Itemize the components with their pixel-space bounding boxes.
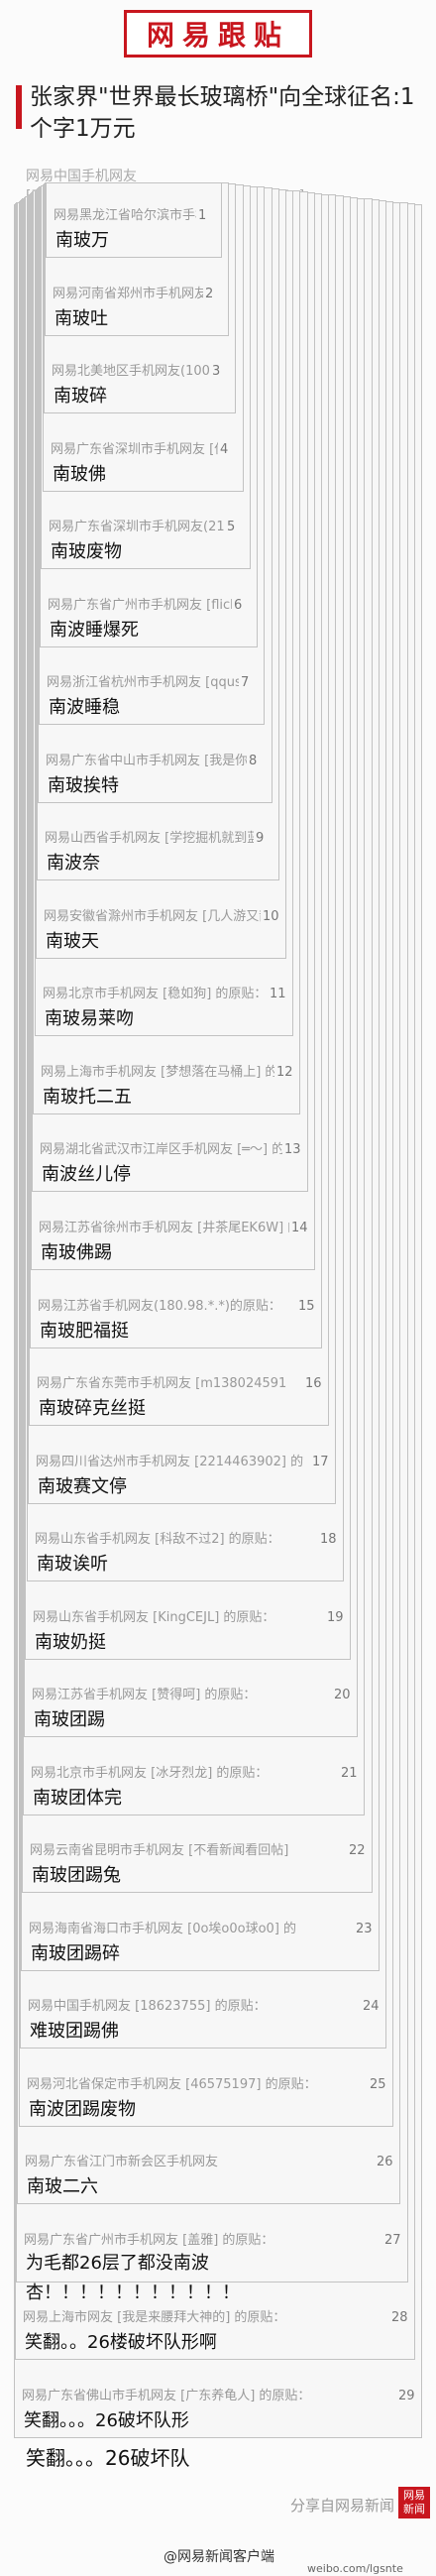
- comment-text: 南波丝儿停: [42, 1164, 131, 1185]
- comment-text: 南玻二六: [27, 2176, 98, 2197]
- comment-floor-number: 15: [298, 1299, 315, 1314]
- comment-meta: 网易山东省手机网友 [科敌不过2] 的原贴：: [35, 1532, 280, 1547]
- comment-meta: 网易河北省保定市手机网友 [46575197] 的原贴：: [27, 2077, 317, 2092]
- comment-text: 南玻团踢兔: [32, 1865, 121, 1886]
- comment-floor-number: 4: [220, 442, 229, 457]
- comment-text: 难玻团踢佛: [30, 2021, 119, 2042]
- comment-floor-number: 7: [241, 675, 250, 690]
- comment-text: 南玻万: [55, 230, 109, 251]
- netease-news-logo: 网易新闻: [398, 2487, 430, 2518]
- comment-floor-number: 5: [227, 520, 236, 534]
- comment-text: 南玻天: [46, 931, 99, 952]
- comment-meta: 网易中国手机网友 [18623755] 的原贴：: [28, 1999, 267, 2014]
- comment-text: 南玻挨特: [48, 775, 119, 796]
- comment-text: 南玻赛文停: [38, 1476, 127, 1497]
- comment-floor-number: 17: [312, 1455, 329, 1469]
- comment-floor-number: 28: [391, 2310, 408, 2325]
- comment-floor-number: 3: [212, 364, 221, 379]
- comment-meta: 网易广东省中山市手机网友 [我是你隔壁王叔: [46, 754, 247, 768]
- comment-text: 南波团踢废物: [29, 2099, 136, 2120]
- comment-floor-number: 26: [377, 2155, 393, 2169]
- comment-text: 南玻奶挺: [35, 1632, 106, 1653]
- comment-text: 南玻团踢碎: [31, 1943, 120, 1964]
- comment-floor-number: 27: [384, 2233, 401, 2248]
- comment-meta: 网易山西省手机网友 [学挖掘机就到蓝翔技校]: [45, 831, 254, 846]
- comment-meta: 网易广东省佛山市手机网友 [广东养龟人] 的原贴：: [22, 2389, 311, 2403]
- comment-text: 南玻吐: [54, 308, 108, 329]
- comment-meta: 网易山东省手机网友 [KingCEJL] 的原贴：: [33, 1610, 275, 1625]
- comment-meta: 网易安徽省滁州市手机网友 [几人游又散] 的: [44, 909, 261, 924]
- final-comment-text: 笑翻。。。26破坏队: [26, 2446, 190, 2470]
- comment-floor-number: 24: [363, 1999, 380, 2014]
- comment-floor-number: 11: [270, 987, 286, 1001]
- comment-text: 南玻托二五: [43, 1087, 132, 1108]
- comment-floor-number: 29: [398, 2389, 415, 2403]
- comment-meta: 网易北美地区手机网友(100.122.*.*)的原贴: [52, 364, 210, 379]
- comment-text: 南玻团踢: [34, 1709, 105, 1730]
- page: { "logo": "网易跟贴", "article_title": "张家界\…: [0, 0, 436, 2576]
- article-title: 张家界"世界最长玻璃桥"向全球征名:1个字1万元: [30, 84, 415, 142]
- weibo-watermark: @网易新闻客户端: [164, 2549, 274, 2565]
- comment-meta: 网易广东省深圳市手机网友(211.139.*.*)的原: [49, 520, 225, 534]
- comment-meta: 网易江苏省手机网友(180.98.*.*)的原贴：: [38, 1299, 281, 1314]
- comment-floor-number: 14: [291, 1221, 308, 1235]
- comment-text: 南波睡稳: [49, 697, 120, 718]
- comment-floor-number: 1: [198, 208, 207, 223]
- comment-text: 南玻碎克丝挺: [39, 1398, 146, 1419]
- comment-floor-number: 6: [234, 598, 243, 613]
- comment-meta: 网易黑龙江省哈尔滨市手机网友 [华安客]: [54, 208, 196, 223]
- comment-text: 南玻碎: [54, 386, 107, 407]
- comment-floor-number: 22: [349, 1843, 366, 1858]
- comment-meta: 网易湖北省武汉市江岸区手机网友 [═～] 的: [40, 1142, 282, 1157]
- comment-floor-number: 25: [370, 2077, 386, 2092]
- comment-meta: 网易海南省海口市手机网友 [0o埃o0o球o0] 的: [29, 1922, 297, 1936]
- comment-meta: 网易云南省昆明市手机网友 [不看新闻看回帖]: [30, 1843, 289, 1858]
- comment-floor-number: 9: [256, 831, 265, 846]
- comment-floor-number: 16: [305, 1376, 322, 1391]
- comment-text: 南玻废物: [51, 541, 122, 562]
- comment-meta: 网易江苏省手机网友 [赞得呵] 的原贴：: [32, 1688, 257, 1702]
- comment-meta: 网易浙江省杭州市手机网友 [qquser1045]: [47, 675, 239, 690]
- comment-text: 南玻佛踢: [41, 1242, 112, 1263]
- comment-meta: 网易广东省广州市手机网友 [flick] 的原贴：: [48, 598, 232, 613]
- comment-floor-number: 20: [334, 1688, 351, 1702]
- share-text: 分享自网易新闻: [290, 2497, 395, 2515]
- comment-meta: 网易上海市网友 [我是来腰拜大神的] 的原贴：: [23, 2310, 286, 2325]
- comment-floor-number: 13: [284, 1142, 301, 1157]
- comment-floor-number: 2: [205, 287, 214, 301]
- comment-text: 为毛都26层了都没南波杏！！！！！！！！！！！: [26, 2253, 240, 2303]
- comment-floor-number: 19: [327, 1610, 344, 1625]
- comment-meta: 网易河南省郑州市手机网友 [小小老鼠]: [53, 287, 203, 301]
- title-accent-bar: [16, 85, 22, 129]
- comment-floor-number: 18: [320, 1532, 337, 1547]
- comment-meta: 网易江苏省徐州市手机网友 [井茶尾EK6W] 的: [39, 1221, 289, 1235]
- comment-floor-number: 23: [356, 1922, 373, 1936]
- comment-meta: 网易广东省东莞市手机网友 [m138024591: [37, 1376, 287, 1391]
- comment-meta: 网易北京市手机网友 [冰牙烈龙] 的原贴：: [31, 1766, 269, 1781]
- comment-text: 南玻佛: [53, 464, 106, 485]
- comment-meta: 网易北京市手机网友 [稳如狗] 的原贴：: [43, 987, 268, 1001]
- comment-floor-number: 12: [276, 1065, 293, 1080]
- comment-text: 南玻肥福挺: [40, 1321, 129, 1342]
- comment-meta: 网易四川省达州市手机网友 [2214463902] 的: [36, 1455, 304, 1469]
- weibo-url-watermark: weibo.com/lgsnte: [307, 2562, 403, 2575]
- comment-text: 南波睡爆死: [50, 620, 139, 641]
- comment-text: 南玻易莱吻: [45, 1008, 134, 1029]
- comment-floor-number: 21: [341, 1766, 358, 1781]
- comment-meta: 网易广东省广州市手机网友 [盖雅] 的原贴：: [24, 2233, 274, 2248]
- comment-floor-number: 10: [263, 909, 279, 924]
- comment-text: 笑翻。。。26破坏队形: [24, 2410, 189, 2431]
- comment-meta: 网易上海市手机网友 [梦想落在马桶上] 的原: [41, 1065, 274, 1080]
- comment-text: 南玻团体完: [33, 1788, 122, 1809]
- comment-text: 南玻诶听: [37, 1554, 108, 1575]
- comment-floor-number: 8: [249, 754, 258, 768]
- comment-text: 南波奈: [47, 853, 100, 874]
- comment-text: 笑翻。。26楼破坏队形啊: [25, 2332, 217, 2353]
- netease-gentie-logo: 网易跟贴: [124, 10, 312, 58]
- comment-meta: 网易广东省江门市新会区手机网友: [25, 2155, 219, 2169]
- comment-meta: 网易广东省深圳市手机网友 [伪装VH6O]: [51, 442, 218, 457]
